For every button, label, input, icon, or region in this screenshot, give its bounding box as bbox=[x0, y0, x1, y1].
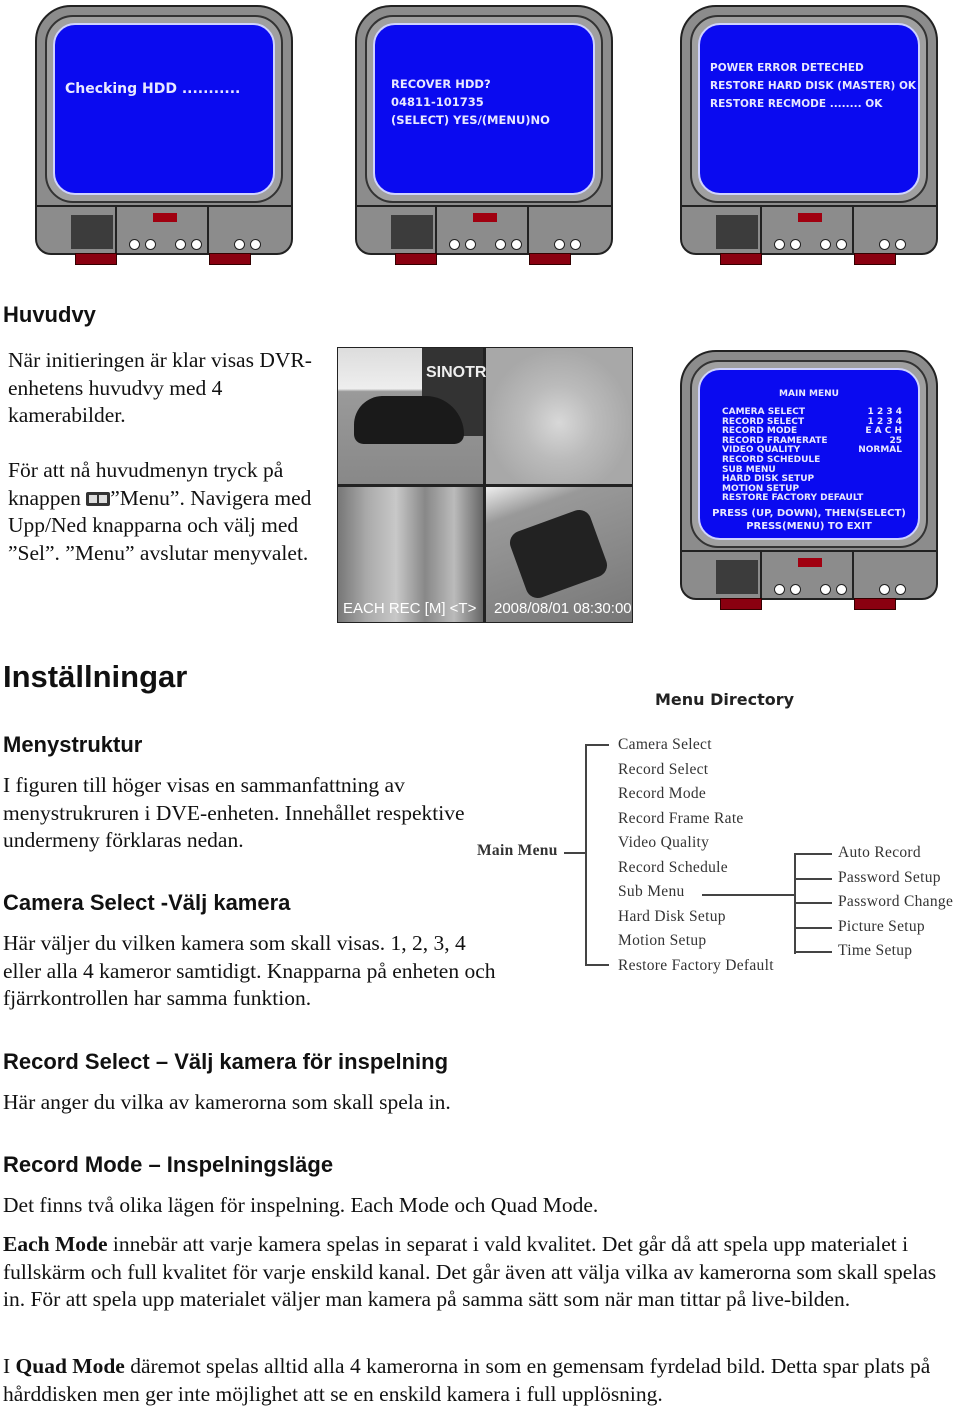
bold-term: Quad Mode bbox=[15, 1354, 125, 1378]
monitor-screen: MAIN MENU CAMERA SELECT 1 2 3 4 RECORD SEL… bbox=[698, 368, 920, 540]
menu-row-label: MOTION SETUP bbox=[722, 483, 800, 494]
menu-row-value: NORMAL bbox=[858, 445, 902, 456]
screen-text: RECOVER HDD? bbox=[391, 77, 491, 91]
monitor-screen: Checking HDD ........... bbox=[53, 23, 275, 195]
menu-book-icon bbox=[86, 491, 111, 506]
diagram-connector bbox=[585, 964, 609, 966]
diagram-menu-item: Record Frame Rate bbox=[618, 809, 744, 827]
menu-footer: PRESS (UP, DOWN), THEN(SELECT) bbox=[712, 508, 906, 519]
diagram-connector bbox=[794, 926, 832, 929]
menu-row-label: RECORD SELECT bbox=[722, 416, 805, 427]
diagram-menu-item: Camera Select bbox=[618, 736, 712, 753]
paragraph: Det finns två olika lägen för inspelning… bbox=[3, 1193, 599, 1217]
screen-text: RESTORE RECMODE ........ OK bbox=[710, 98, 883, 110]
menu-row-label: HARD DISK SETUP bbox=[722, 474, 815, 485]
diagram-menu-item: Video Quality bbox=[618, 834, 710, 851]
paragraph: När initieringen är klar visas DVR-enhet… bbox=[8, 348, 312, 427]
screen-text: POWER ERROR DETECHED bbox=[710, 62, 864, 74]
camera-2-image bbox=[486, 348, 632, 484]
paragraph: I figuren till höger visas en sammanfatt… bbox=[3, 773, 465, 852]
diagram-menu-item: Motion Setup bbox=[618, 932, 707, 949]
diagram-connector bbox=[702, 894, 795, 896]
diagram-submenu-item: Password Change bbox=[838, 893, 954, 910]
camera-quad-view: SINOTR EACH REC [M] <T> 2008/08/01 08:30… bbox=[337, 347, 633, 623]
diagram-connector bbox=[794, 877, 832, 880]
paragraph: För att nå huvudmenyn tryck på knappen ”… bbox=[8, 457, 323, 567]
heading-installningar: Inställningar bbox=[3, 659, 188, 694]
paragraph: Each Mode innebär att varje kamera spela… bbox=[3, 1231, 948, 1314]
diagram-submenu-item: Time Setup bbox=[838, 942, 913, 959]
camera-1-image: SINOTR bbox=[338, 348, 487, 484]
paragraph: I Quad Mode däremot spelas alltid alla 4… bbox=[3, 1353, 960, 1408]
menu-row-label: CAMERA SELECT bbox=[722, 407, 805, 417]
diagram-connector bbox=[794, 951, 832, 953]
monitor-recover-hdd: RECOVER HDD? 04811-101735 (SELECT) YES/(… bbox=[355, 5, 613, 267]
diagram-connector bbox=[564, 852, 586, 854]
screen-text: Checking HDD ........... bbox=[65, 81, 241, 97]
monitor-screen: POWER ERROR DETECHED RESTORE HARD DISK (… bbox=[698, 23, 920, 195]
diagram-menu-item: Record Schedule bbox=[618, 858, 728, 876]
menu-rows: CAMERA SELECT 1 2 3 4 RECORD SELECT 1 2 3 4… bbox=[722, 407, 902, 504]
menu-footer-exit: PRESS(MENU) TO EXIT bbox=[746, 521, 872, 532]
menu-title: MAIN MENU bbox=[779, 389, 839, 399]
menu-row-label: RECORD SCHEDULE bbox=[722, 454, 821, 465]
heading-menystruktur: Menystruktur bbox=[3, 732, 143, 757]
overlay-mode-text: EACH REC [M] <T> bbox=[343, 600, 477, 617]
paragraph-text: däremot spelas alltid alla 4 kamerorna i… bbox=[3, 1354, 931, 1406]
diagram-connector bbox=[585, 744, 587, 966]
bold-term: Each Mode bbox=[3, 1232, 108, 1256]
paragraph-text: innebär att varje kamera spelas in separ… bbox=[3, 1232, 937, 1311]
diagram-connector bbox=[794, 853, 832, 855]
paragraph: Här anger du vilka av kamerorna som skal… bbox=[3, 1090, 451, 1114]
monitor-power-error: POWER ERROR DETECHED RESTORE HARD DISK (… bbox=[680, 5, 938, 267]
diagram-menu-item: Hard Disk Setup bbox=[618, 907, 726, 925]
screen-text: 04811-101735 bbox=[391, 95, 484, 109]
menu-row-label: RECORD MODE bbox=[722, 426, 798, 437]
paragraph-text: I bbox=[3, 1354, 16, 1378]
document-page: Checking HDD ........... RECOVER HDD? 04… bbox=[0, 0, 960, 1409]
heading-record-select: Record Select – Välj kamera för inspelni… bbox=[3, 1049, 449, 1074]
diagram-submenu-item: Picture Setup bbox=[838, 917, 925, 935]
diagram-root: Main Menu bbox=[477, 842, 558, 859]
heading-huvudvy: Huvudvy bbox=[3, 302, 96, 327]
diagram-menu-item: Sub Menu bbox=[618, 883, 685, 900]
heading-record-mode: Record Mode – Inspelningsläge bbox=[3, 1152, 334, 1177]
diagram-menu-item: Record Mode bbox=[618, 785, 707, 802]
heading-camera-select: Camera Select -Välj kamera bbox=[3, 890, 291, 915]
menu-row: RESTORE FACTORY DEFAULT bbox=[722, 494, 902, 504]
diagram-connector bbox=[585, 744, 609, 746]
screen-text: (SELECT) YES/(MENU)NO bbox=[391, 113, 550, 127]
diagram-menu-item: Record Select bbox=[618, 760, 709, 778]
menu-row-label: VIDEO QUALITY bbox=[722, 445, 801, 456]
paragraph: Här väljer du vilken kamera som skall vi… bbox=[3, 931, 496, 1010]
overlay-datetime-text: 2008/08/01 08:30:00 bbox=[494, 600, 632, 617]
menu-row-label: RESTORE FACTORY DEFAULT bbox=[722, 493, 864, 504]
screen-text: RESTORE HARD DISK (MASTER) OK bbox=[710, 80, 917, 92]
monitor-checking-hdd: Checking HDD ........... bbox=[35, 5, 293, 267]
diagram-title: Menu Directory bbox=[655, 690, 795, 709]
diagram-submenu-item: Password Setup bbox=[838, 868, 941, 886]
diagram-submenu-item: Auto Record bbox=[838, 844, 921, 861]
monitor-main-menu: MAIN MENU CAMERA SELECT 1 2 3 4 RECORD SEL… bbox=[680, 350, 938, 612]
diagram-connector bbox=[794, 902, 832, 904]
monitor-screen: RECOVER HDD? 04811-101735 (SELECT) YES/(… bbox=[373, 23, 595, 195]
menu-row-label: RECORD FRAMERATE bbox=[722, 435, 828, 446]
menu-row-label: SUB MENU bbox=[722, 464, 776, 475]
menu-directory-diagram: Menu Directory Main Menu Camera Select Re… bbox=[470, 680, 960, 980]
diagram-menu-item: Restore Factory Default bbox=[618, 956, 774, 974]
sign-text: SINOTR bbox=[426, 364, 487, 381]
